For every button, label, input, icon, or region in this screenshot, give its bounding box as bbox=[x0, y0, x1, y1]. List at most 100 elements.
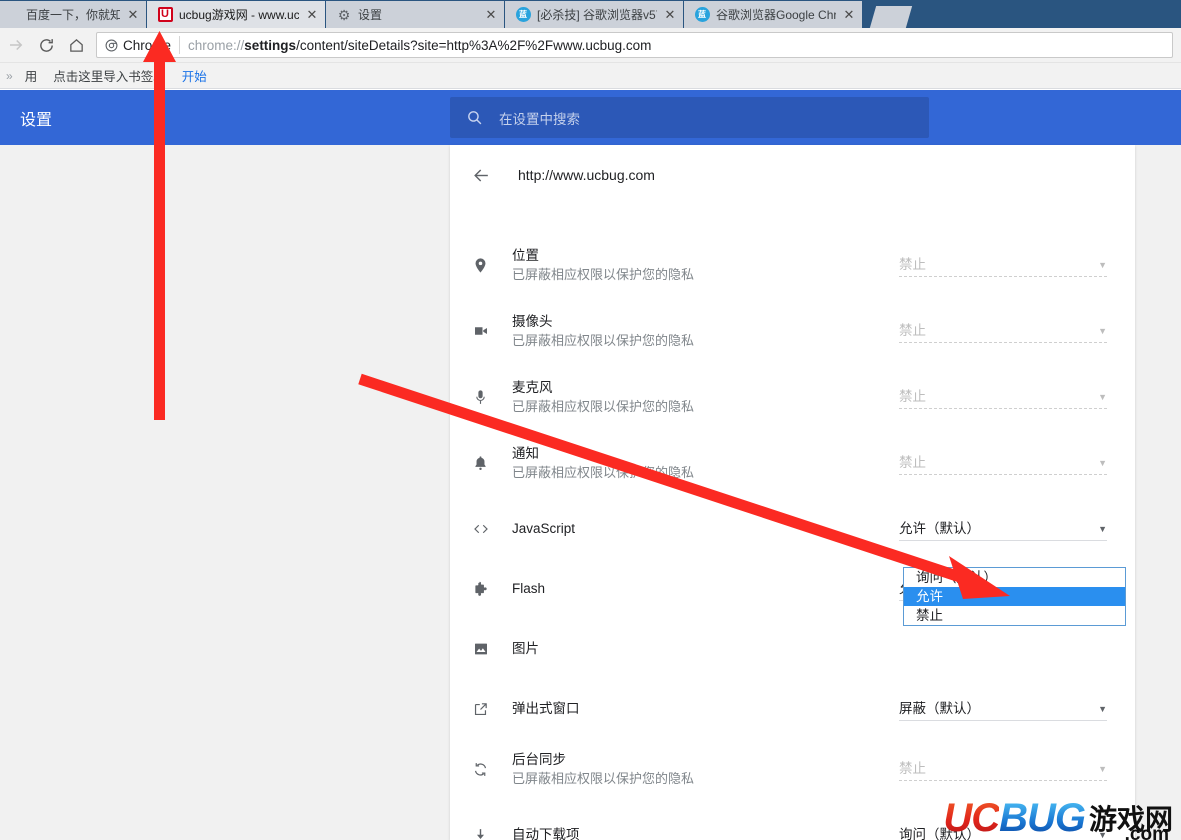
permission-select-background-sync[interactable]: 禁止 ▼ bbox=[899, 757, 1107, 781]
permission-description: 已屏蔽相应权限以保护您的隐私 bbox=[512, 266, 695, 282]
bookmarks-overflow-chevron-icon[interactable]: » bbox=[2, 69, 17, 83]
browser-tab[interactable]: 蓝 谷歌浏览器Google Chro ✕ bbox=[684, 1, 862, 28]
tab-close-icon[interactable]: ✕ bbox=[663, 8, 677, 22]
permission-value: 禁止 bbox=[899, 323, 926, 338]
home-icon[interactable] bbox=[62, 31, 90, 59]
permission-name: 图片 bbox=[512, 641, 539, 656]
permission-name: 后台同步 bbox=[512, 751, 566, 767]
tab-title: ucbug游戏网 - www.uc bbox=[179, 8, 299, 22]
permission-row-location: 位置 已屏蔽相应权限以保护您的隐私 禁止 ▼ bbox=[450, 241, 1135, 289]
permission-row-notifications: 通知 已屏蔽相应权限以保护您的隐私 禁止 ▼ bbox=[450, 439, 1135, 487]
tab-title: [必杀技] 谷歌浏览器v57 bbox=[537, 8, 657, 22]
blue-circle-icon: 蓝 bbox=[694, 7, 710, 23]
settings-header: 设置 在设置中搜索 bbox=[0, 90, 1181, 145]
permission-select-notifications[interactable]: 禁止 ▼ bbox=[899, 451, 1107, 475]
tab-title: 设置 bbox=[358, 8, 383, 22]
tab-title: 百度一下，你就知道 bbox=[26, 8, 120, 22]
browser-tab[interactable]: U ucbug游戏网 - www.uc ✕ bbox=[147, 1, 325, 28]
forward-arrow-icon[interactable] bbox=[2, 31, 30, 59]
permission-label: JavaScript bbox=[512, 520, 899, 538]
permission-label: 后台同步 已屏蔽相应权限以保护您的隐私 bbox=[512, 751, 899, 788]
permission-select-popups[interactable]: 屏蔽（默认） ▼ bbox=[899, 697, 1107, 721]
gear-icon: ⚙ bbox=[337, 6, 351, 23]
tab-close-icon[interactable]: ✕ bbox=[842, 8, 856, 22]
permission-name: 麦克风 bbox=[512, 379, 553, 395]
flash-dropdown-menu[interactable]: 询问（默认） 允许 禁止 bbox=[903, 567, 1126, 626]
permission-label: 自动下载项 bbox=[512, 826, 899, 840]
permission-row-popups: 弹出式窗口 屏蔽（默认） ▼ bbox=[450, 685, 1135, 733]
tab-close-icon[interactable]: ✕ bbox=[305, 8, 319, 22]
external-link-icon bbox=[472, 701, 512, 718]
site-details-card: http://www.ucbug.com 位置 已屏蔽相应权限以保护您的隐私 禁… bbox=[450, 145, 1135, 840]
location-pin-icon bbox=[472, 257, 512, 274]
browser-tab[interactable]: ⚙ 设置 ✕ bbox=[326, 1, 504, 28]
ucbug-u-icon: U bbox=[157, 7, 173, 23]
browser-tab[interactable]: 百度一下，你就知道 ✕ bbox=[0, 1, 146, 28]
permission-value: 屏蔽（默认） bbox=[899, 701, 980, 716]
image-icon bbox=[472, 640, 512, 658]
permission-label: 摄像头 已屏蔽相应权限以保护您的隐私 bbox=[512, 313, 899, 350]
dropdown-option-ask[interactable]: 询问（默认） bbox=[904, 568, 1125, 587]
permission-description: 已屏蔽相应权限以保护您的隐私 bbox=[512, 770, 695, 786]
permissions-list: 位置 已屏蔽相应权限以保护您的隐私 禁止 ▼ 摄像头 已屏蔽相应权限以保护您的隐… bbox=[450, 205, 1135, 840]
permission-row-javascript: JavaScript 允许（默认） ▼ bbox=[450, 505, 1135, 553]
dropdown-option-block[interactable]: 禁止 bbox=[904, 606, 1125, 625]
tab-close-icon[interactable]: ✕ bbox=[484, 8, 498, 22]
tab-close-icon[interactable]: ✕ bbox=[126, 8, 140, 22]
browser-tab[interactable]: 蓝 [必杀技] 谷歌浏览器v57 ✕ bbox=[505, 1, 683, 28]
download-icon bbox=[472, 827, 512, 840]
chrome-logo-icon bbox=[105, 39, 118, 51]
new-tab-button[interactable] bbox=[869, 6, 913, 28]
permission-select-microphone[interactable]: 禁止 ▼ bbox=[899, 385, 1107, 409]
permission-label: 位置 已屏蔽相应权限以保护您的隐私 bbox=[512, 247, 899, 284]
permission-select-camera[interactable]: 禁止 ▼ bbox=[899, 319, 1107, 343]
site-details-header: http://www.ucbug.com bbox=[450, 145, 1135, 205]
tab-title: 谷歌浏览器Google Chro bbox=[716, 8, 836, 22]
back-arrow-icon[interactable] bbox=[472, 166, 512, 185]
permission-value: 禁止 bbox=[899, 761, 926, 776]
chevron-down-icon: ▼ bbox=[1098, 392, 1107, 402]
tab-favicon bbox=[4, 7, 20, 23]
address-bar[interactable]: Chrome chrome://settings/content/siteDet… bbox=[96, 32, 1173, 58]
puzzle-icon bbox=[472, 580, 512, 598]
chevron-down-icon: ▼ bbox=[1098, 524, 1107, 534]
search-placeholder: 在设置中搜索 bbox=[499, 111, 580, 127]
microphone-icon bbox=[472, 389, 512, 406]
tab-strip: 百度一下，你就知道 ✕ U ucbug游戏网 - www.uc ✕ ⚙ 设置 ✕… bbox=[0, 0, 1181, 28]
page-title: 设置 bbox=[20, 111, 53, 129]
permission-label: Flash bbox=[512, 580, 899, 598]
permission-name: 通知 bbox=[512, 445, 539, 461]
camera-icon bbox=[472, 322, 512, 340]
permission-label: 弹出式窗口 bbox=[512, 700, 899, 718]
permission-select-location[interactable]: 禁止 ▼ bbox=[899, 253, 1107, 277]
watermark-bug-text: BUG bbox=[999, 796, 1086, 840]
reload-icon[interactable] bbox=[32, 31, 60, 59]
permission-select-images[interactable] bbox=[899, 648, 1107, 651]
url-path: /content/siteDetails?site=http%3A%2F%2Fw… bbox=[296, 37, 652, 53]
permission-name: JavaScript bbox=[512, 521, 576, 536]
permission-select-javascript[interactable]: 允许（默认） ▼ bbox=[899, 517, 1107, 541]
permission-value: 允许（默认） bbox=[899, 521, 980, 536]
browser-toolbar: Chrome chrome://settings/content/siteDet… bbox=[0, 28, 1181, 63]
code-brackets-icon bbox=[472, 520, 512, 538]
chevron-down-icon: ▼ bbox=[1098, 704, 1107, 714]
search-input[interactable]: 在设置中搜索 bbox=[450, 97, 929, 138]
permission-value: 禁止 bbox=[899, 257, 926, 272]
import-bookmarks-text: 点击这里导入书签。 bbox=[53, 70, 166, 84]
permission-name: 位置 bbox=[512, 247, 539, 263]
permission-value: 禁止 bbox=[899, 389, 926, 404]
import-bookmarks-link[interactable]: 开始 bbox=[174, 66, 215, 85]
site-identity-chip[interactable]: Chrome bbox=[105, 36, 181, 54]
permission-row-microphone: 麦克风 已屏蔽相应权限以保护您的隐私 禁止 ▼ bbox=[450, 373, 1135, 421]
chevron-down-icon: ▼ bbox=[1098, 458, 1107, 468]
chip-label: Chrome bbox=[123, 37, 172, 53]
dropdown-option-allow[interactable]: 允许 bbox=[904, 587, 1125, 606]
permission-value: 禁止 bbox=[899, 455, 926, 470]
permission-name: 摄像头 bbox=[512, 313, 553, 329]
search-icon bbox=[466, 109, 483, 126]
bell-icon bbox=[472, 455, 512, 472]
permission-name: Flash bbox=[512, 581, 546, 596]
sync-icon bbox=[472, 761, 512, 778]
url-host: settings bbox=[244, 37, 297, 53]
bookmark-item[interactable]: 用 bbox=[17, 66, 46, 85]
